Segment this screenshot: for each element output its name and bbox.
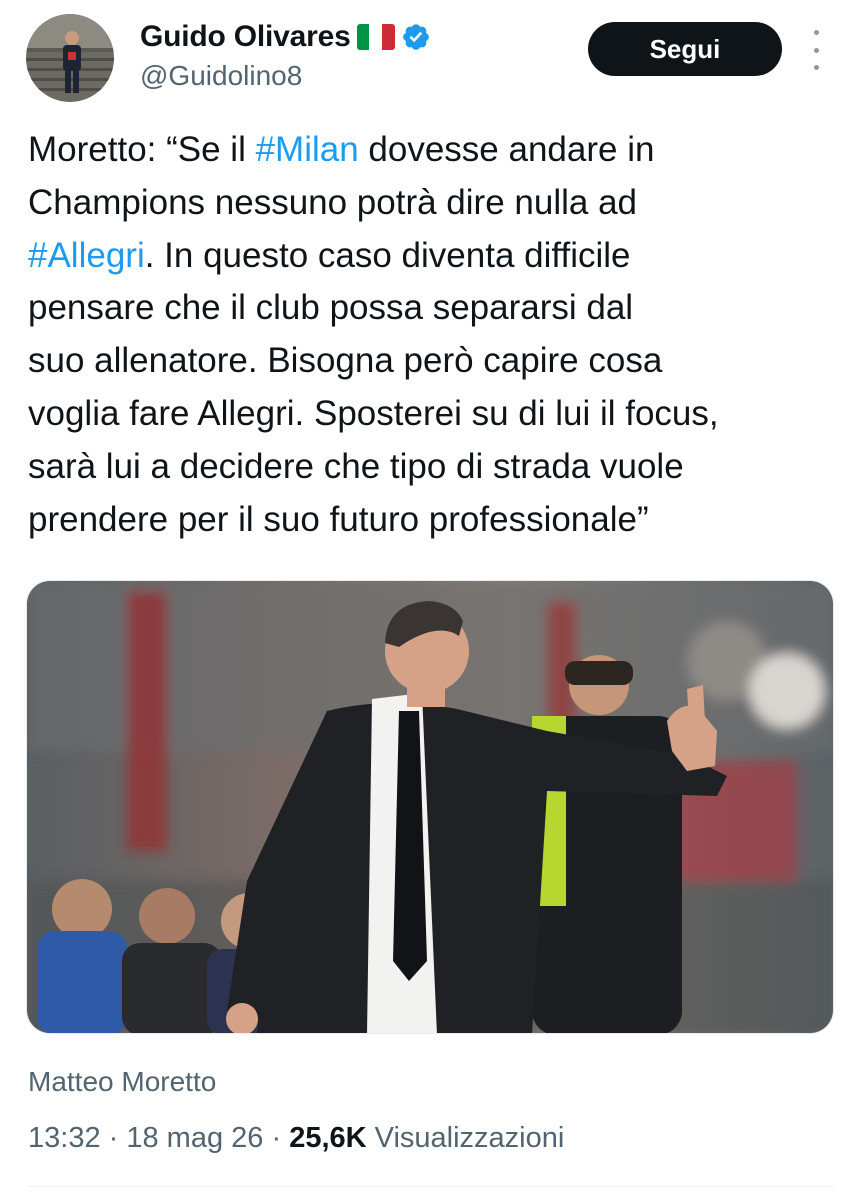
divider [28, 1186, 834, 1187]
tweet-line: prendere per il suo futuro professionale… [28, 494, 840, 547]
hashtag-allegri[interactable]: #Allegri [28, 236, 145, 275]
tweet-text-segment: Moretto: “Se il [28, 130, 256, 169]
tweet-line: voglia fare Allegri. Sposterei su di lui… [28, 388, 840, 441]
tweet-text-segment: . In questo caso diventa difficile [144, 235, 631, 275]
tweet-text-segment: sarà lui a decidere che tipo di strada v… [28, 446, 684, 486]
hashtag-milan[interactable]: #Milan [256, 130, 359, 169]
views-count: 25,6K [289, 1122, 367, 1154]
author-handle[interactable]: @Guidolino8 [140, 60, 302, 92]
tweet-date[interactable]: 18 mag 26 [126, 1122, 263, 1154]
tweet-meta: 13:32 · 18 mag 26 · 25,6K Visualizzazion… [28, 1122, 564, 1155]
tweet-line: #Allegri. In questo caso diventa diffici… [28, 230, 840, 283]
tweet-text-segment: Champions nessuno potrà dire nulla ad [28, 182, 637, 222]
meta-separator: · [263, 1122, 290, 1154]
italy-flag-icon [356, 24, 395, 50]
tweet-text-segment: pensare che il club possa separarsi dal [28, 288, 634, 328]
more-options-icon[interactable] [804, 30, 828, 70]
tweet-time[interactable]: 13:32 [28, 1122, 101, 1154]
tweet-text: Moretto: “Se il #Milan dovesse andare in… [28, 124, 840, 546]
tweet-line: suo allenatore. Bisogna però capire cosa [28, 335, 840, 388]
tweet-text-segment: voglia fare Allegri. Sposterei su di lui… [28, 393, 719, 433]
tweet-text-segment: dovesse andare in [358, 130, 655, 169]
author-name-row[interactable]: Guido Olivares [140, 20, 431, 54]
tweet-text-segment: suo allenatore. Bisogna però capire cosa [28, 341, 663, 381]
tweet-line: sarà lui a decidere che tipo di strada v… [28, 441, 840, 494]
tweet-line: pensare che il club possa separarsi dal [28, 282, 840, 335]
tweet-line: Champions nessuno potrà dire nulla ad [28, 177, 840, 230]
author-avatar[interactable] [26, 14, 114, 102]
tweet-header: Guido Olivares @Guidolino8 Segui [0, 0, 860, 110]
follow-button[interactable]: Segui [588, 22, 782, 76]
tweet-text-segment: prendere per il suo futuro professionale… [28, 499, 649, 539]
meta-separator: · [100, 1122, 127, 1154]
photo-coach-thumbs-up [27, 581, 833, 1033]
verified-badge-icon [402, 24, 429, 50]
tweet-line: Moretto: “Se il #Milan dovesse andare in [28, 124, 840, 177]
author-name[interactable]: Guido Olivares [140, 20, 351, 54]
views-label: Visualizzazioni [366, 1122, 565, 1154]
tweet-media-photo[interactable] [26, 580, 834, 1034]
media-credit[interactable]: Matteo Moretto [28, 1066, 216, 1098]
